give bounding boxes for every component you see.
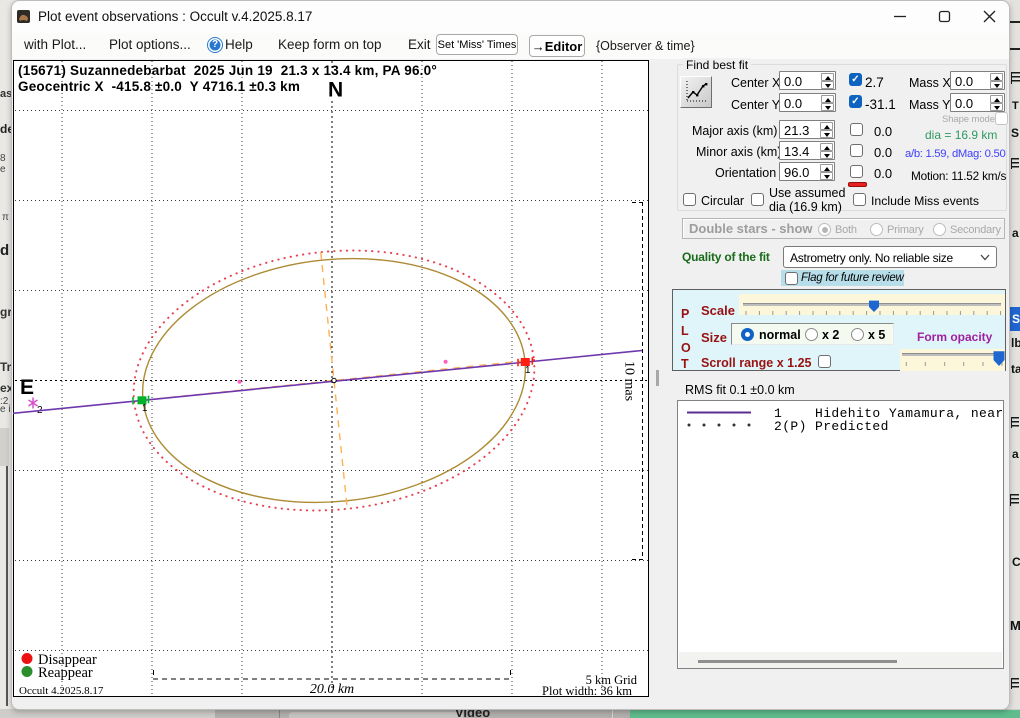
svg-text:Plot width: 36 km: Plot width: 36 km xyxy=(542,684,632,698)
svg-text:20.0 km: 20.0 km xyxy=(310,682,354,697)
svg-text:N: N xyxy=(328,79,343,102)
svg-text:1: 1 xyxy=(142,403,148,414)
svg-text:(15671) Suzannedebarbat 2025: (15671) Suzannedebarbat 2025 Jun 19 21.3… xyxy=(18,63,437,78)
svg-text:Geocentric X -415.8 ±0.0 Y 4: Geocentric X -415.8 ±0.0 Y 4716.1 ±0.3 k… xyxy=(18,79,300,94)
svg-text:1: 1 xyxy=(525,365,531,376)
svg-text:10 mas: 10 mas xyxy=(622,361,637,401)
svg-text:E: E xyxy=(20,376,34,399)
svg-text:Reappear: Reappear xyxy=(38,665,93,681)
svg-text:Occult 4.2025.8.17: Occult 4.2025.8.17 xyxy=(19,685,104,697)
